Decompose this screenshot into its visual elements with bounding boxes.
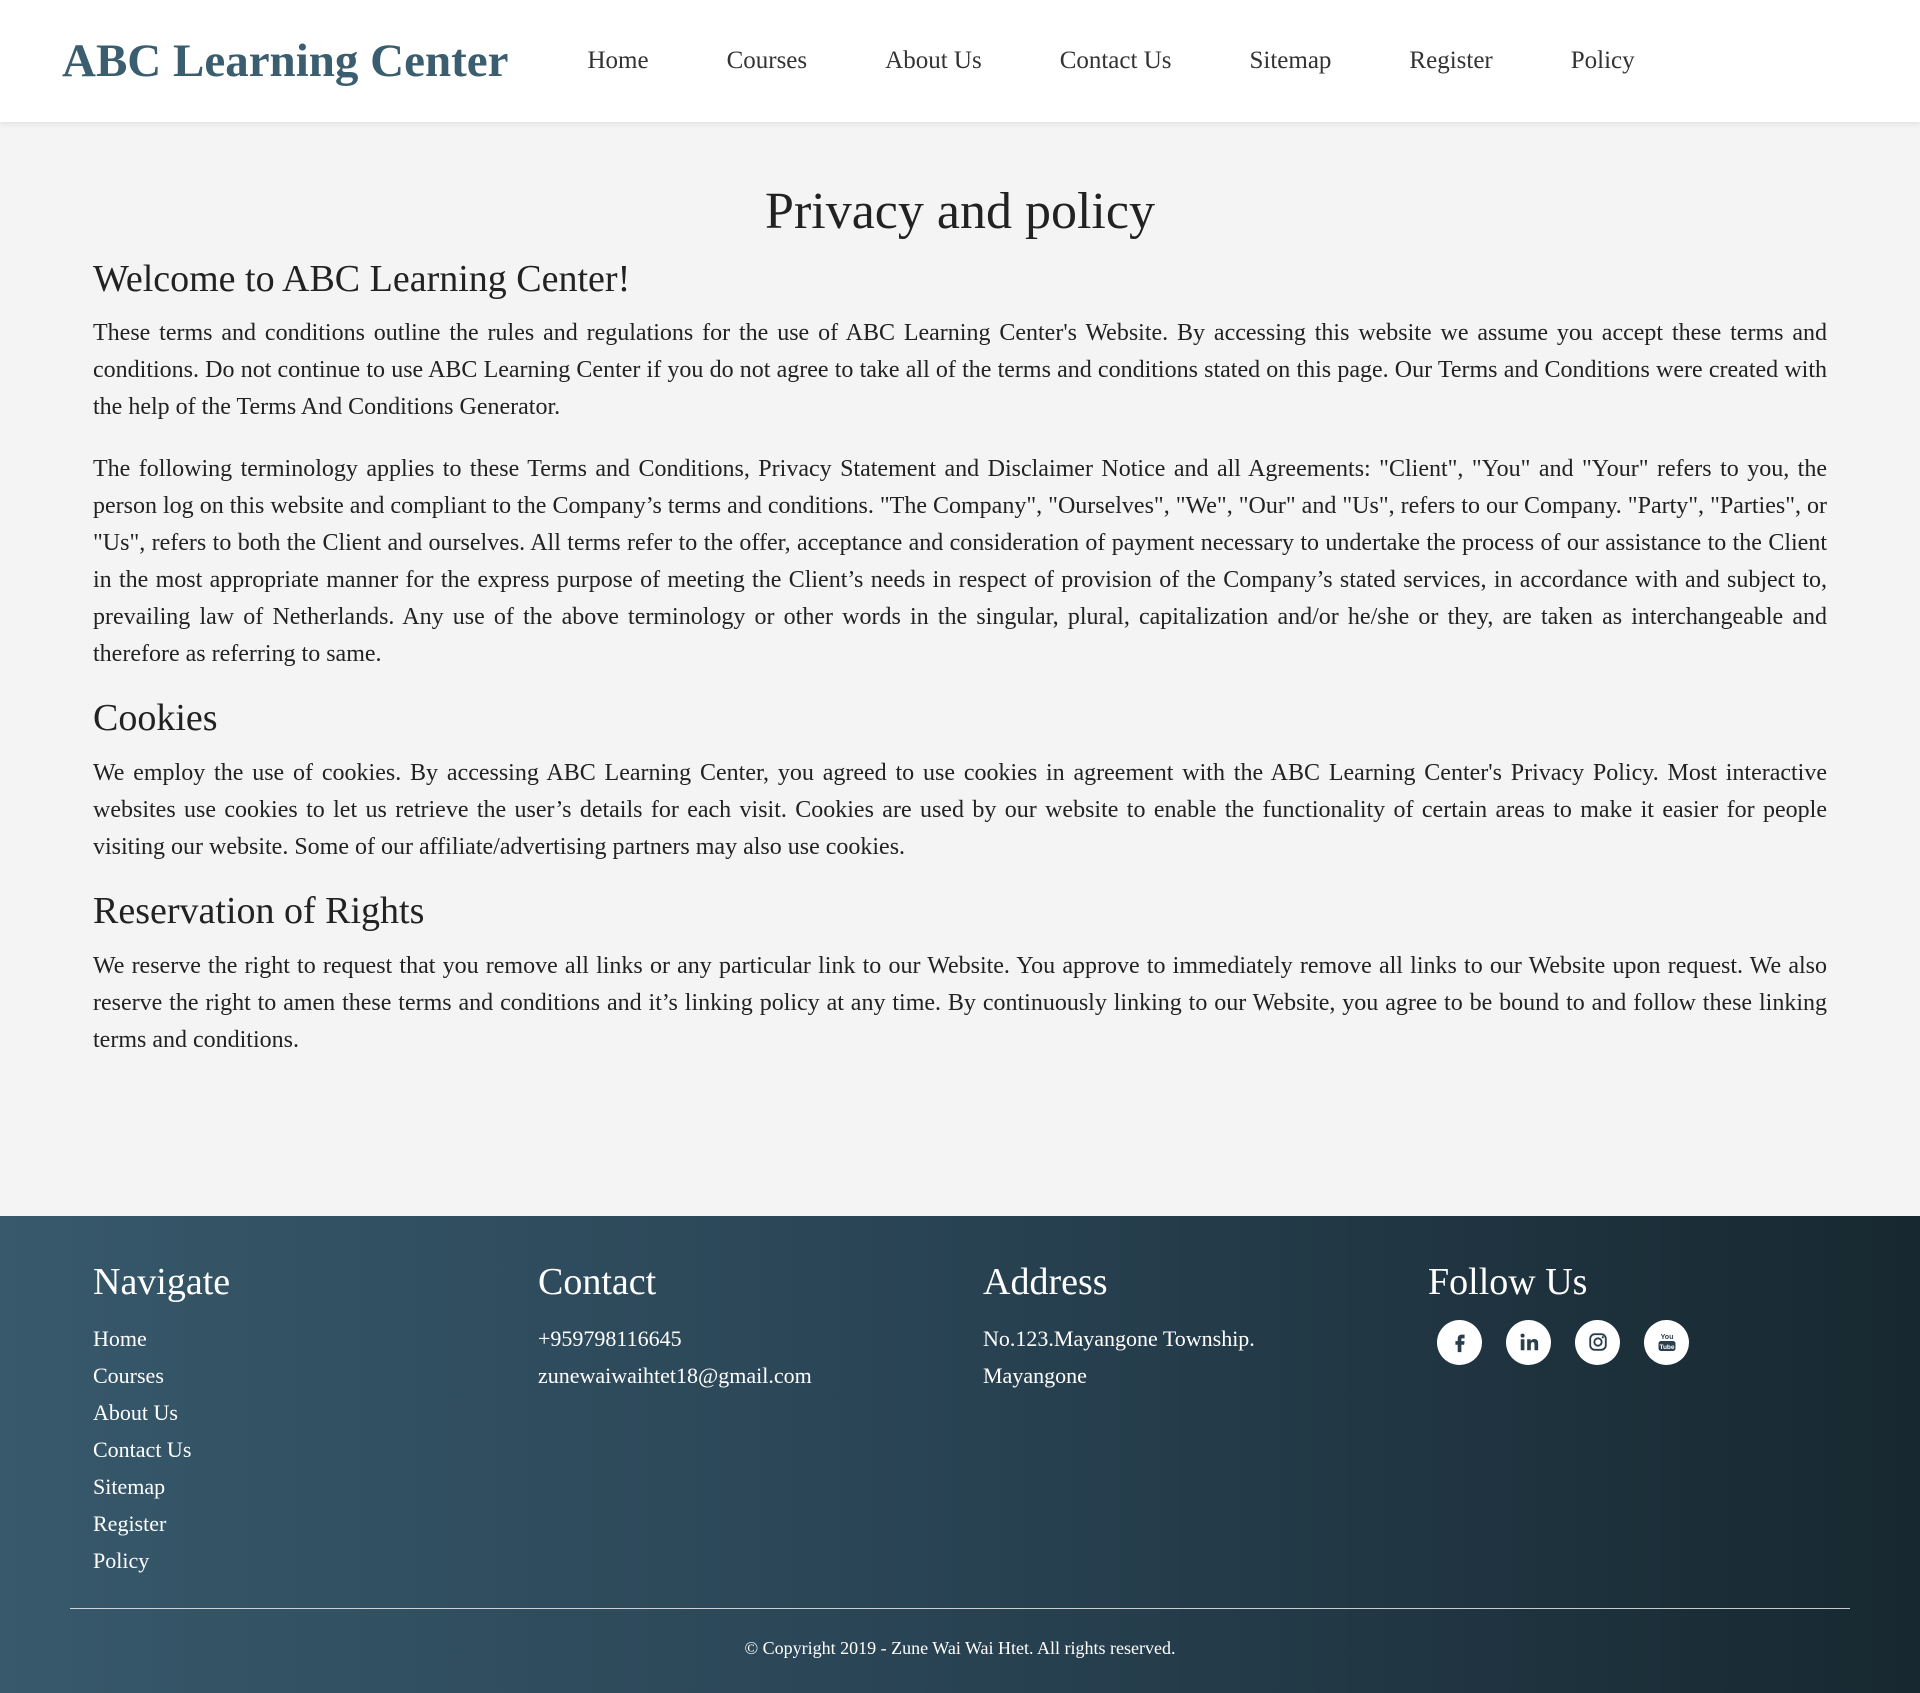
copyright-text: © Copyright 2019 - Zune Wai Wai Htet. Al…: [744, 1638, 1176, 1658]
footer-navigate: Navigate Home Courses About Us Contact U…: [93, 1260, 538, 1579]
terms-intro-paragraph: These terms and conditions outline the r…: [93, 320, 1827, 421]
cookies-heading: Cookies: [93, 697, 218, 740]
page-title: Privacy and policy: [765, 183, 1155, 240]
follow-heading: Follow Us: [1428, 1261, 1588, 1303]
footer-address: Address No.123.Mayangone Township. Mayan…: [983, 1260, 1428, 1579]
nav-about-us[interactable]: About Us: [846, 47, 1021, 75]
instagram-icon[interactable]: [1575, 1319, 1620, 1365]
welcome-heading: Welcome to ABC Learning Center!: [93, 257, 631, 300]
nav-contact-us[interactable]: Contact Us: [1021, 47, 1211, 75]
site-footer: Navigate Home Courses About Us Contact U…: [0, 1216, 1920, 1693]
footer-link-courses[interactable]: Courses: [93, 1357, 538, 1394]
youtube-icon[interactable]: You Tube: [1644, 1319, 1689, 1365]
terminology-paragraph: The following terminology applies to the…: [93, 456, 1827, 668]
rights-heading: Reservation of Rights: [93, 890, 425, 933]
footer-link-about-us[interactable]: About Us: [93, 1394, 538, 1431]
policy-content: Privacy and policy Welcome to ABC Learni…: [0, 122, 1920, 1216]
cookies-paragraph: We employ the use of cookies. By accessi…: [93, 760, 1827, 861]
contact-phone: +959798116645: [538, 1325, 682, 1351]
social-links: You Tube: [1428, 1319, 1873, 1365]
footer-link-sitemap[interactable]: Sitemap: [93, 1468, 538, 1505]
footer-divider: [70, 1608, 1850, 1609]
address-line-1: No.123.Mayangone Township.: [983, 1325, 1255, 1351]
nav-home[interactable]: Home: [548, 47, 687, 75]
main-nav: Home Courses About Us Contact Us Sitemap…: [548, 47, 1673, 75]
contact-heading: Contact: [538, 1261, 657, 1303]
nav-courses[interactable]: Courses: [688, 47, 847, 75]
site-header: ABC Learning Center Home Courses About U…: [0, 0, 1920, 122]
nav-policy[interactable]: Policy: [1532, 47, 1674, 75]
footer-link-contact-us[interactable]: Contact Us: [93, 1431, 538, 1468]
footer-link-register[interactable]: Register: [93, 1505, 538, 1542]
brand-logo[interactable]: ABC Learning Center: [62, 34, 508, 88]
svg-text:Tube: Tube: [1659, 1344, 1674, 1351]
address-heading: Address: [983, 1261, 1108, 1303]
footer-follow: Follow Us You Tube: [1428, 1260, 1873, 1579]
navigate-heading: Navigate: [93, 1261, 231, 1303]
svg-text:You: You: [1660, 1334, 1673, 1341]
nav-register[interactable]: Register: [1370, 47, 1531, 75]
address-line-2: Mayangone: [983, 1362, 1087, 1388]
footer-contact: Contact +959798116645 zunewaiwaihtet18@g…: [538, 1260, 983, 1579]
rights-paragraph: We reserve the right to request that you…: [93, 952, 1827, 1053]
facebook-icon[interactable]: [1437, 1319, 1482, 1365]
nav-sitemap[interactable]: Sitemap: [1210, 47, 1370, 75]
footer-link-policy[interactable]: Policy: [93, 1542, 538, 1579]
contact-email: zunewaiwaihtet18@gmail.com: [538, 1362, 812, 1388]
linkedin-icon[interactable]: [1506, 1319, 1551, 1365]
footer-link-home[interactable]: Home: [93, 1320, 538, 1357]
